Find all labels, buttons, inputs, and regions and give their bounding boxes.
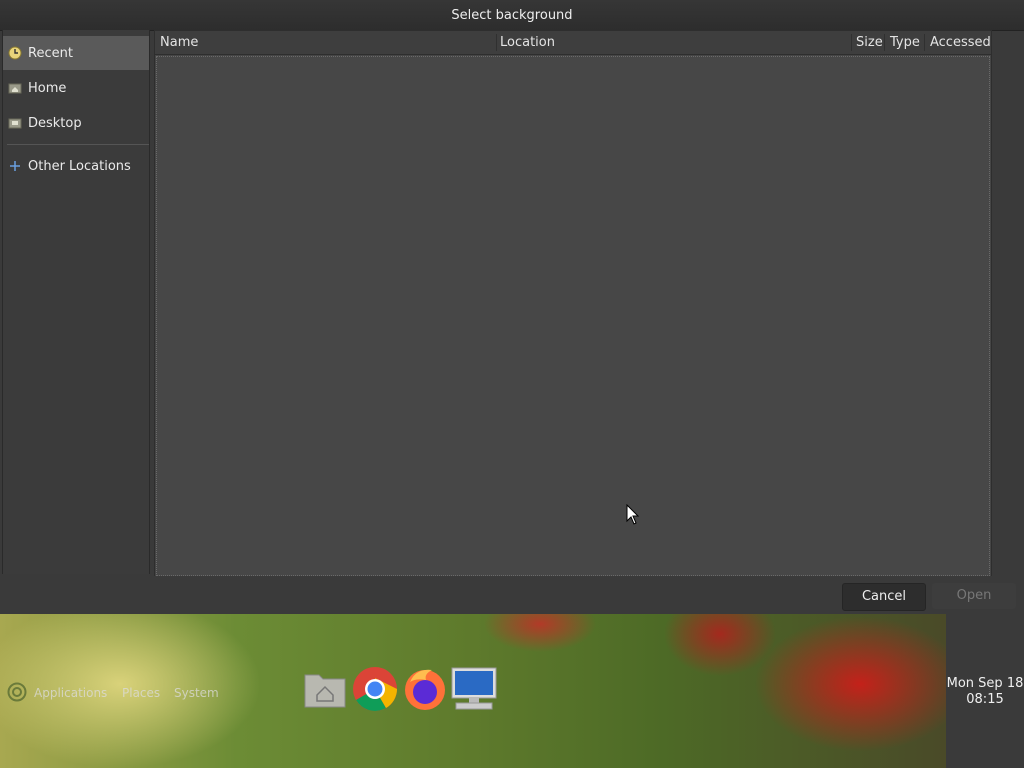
clock-date: Mon Sep 18: [946, 676, 1024, 691]
column-separator: [884, 34, 885, 51]
computer-monitor-icon: [450, 666, 498, 716]
plus-icon: [8, 159, 22, 173]
column-header-size[interactable]: Size: [856, 31, 883, 54]
chrome-launcher[interactable]: [351, 666, 399, 716]
sidebar-item-desktop[interactable]: Desktop: [3, 106, 149, 140]
column-separator: [851, 34, 852, 51]
places-menu[interactable]: Places: [122, 686, 160, 700]
sidebar-item-label: Other Locations: [28, 158, 131, 174]
sidebar-item-label: Recent: [28, 45, 73, 61]
firefox-launcher[interactable]: [401, 666, 449, 716]
file-list-empty-area[interactable]: [156, 56, 990, 576]
places-sidebar: Recent Home Desktop Other Locations: [2, 30, 150, 574]
home-folder-launcher[interactable]: [301, 666, 349, 716]
firefox-icon: [402, 666, 448, 716]
open-button[interactable]: Open: [932, 583, 1016, 609]
chrome-icon: [352, 666, 398, 716]
system-menu[interactable]: System: [174, 686, 219, 700]
dialog-title: Select background: [0, 0, 1024, 31]
sidebar-item-label: Desktop: [28, 115, 82, 131]
panel-clock[interactable]: Mon Sep 18 08:15: [946, 676, 1024, 708]
column-header-accessed[interactable]: Accessed: [930, 31, 991, 54]
column-header-location[interactable]: Location: [500, 31, 555, 54]
sidebar-separator: [7, 144, 149, 145]
distro-logo-icon[interactable]: [7, 682, 27, 702]
file-chooser-dialog: Select background Recent Home Desktop Ot: [0, 0, 1024, 614]
column-separator: [924, 34, 925, 51]
file-list-view: Name Location Size Type Accessed: [154, 30, 992, 577]
home-folder-icon: [8, 81, 22, 95]
sidebar-item-home[interactable]: Home: [3, 71, 149, 105]
desktop-folder-icon: [8, 116, 22, 130]
computer-launcher[interactable]: [450, 666, 498, 716]
home-folder-icon: [303, 669, 347, 713]
sidebar-item-label: Home: [28, 80, 67, 96]
column-header-name[interactable]: Name: [160, 31, 198, 54]
applications-menu[interactable]: Applications: [34, 686, 107, 700]
recent-clock-icon: [8, 46, 22, 60]
sidebar-item-other-locations[interactable]: Other Locations: [3, 149, 149, 183]
sidebar-item-recent[interactable]: Recent: [3, 36, 149, 70]
column-header-type[interactable]: Type: [890, 31, 920, 54]
cancel-button[interactable]: Cancel: [842, 583, 926, 611]
mouse-cursor-icon: [626, 503, 640, 526]
file-list-header: Name Location Size Type Accessed: [155, 31, 991, 55]
clock-time: 08:15: [966, 692, 1004, 707]
dialog-button-bar: Cancel Open: [0, 576, 1024, 614]
column-separator: [496, 34, 497, 51]
